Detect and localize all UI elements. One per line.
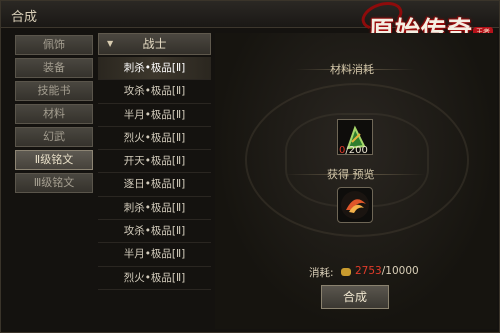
materials-title: 材料消耗 — [330, 63, 374, 76]
tab-material[interactable]: 材料 — [15, 104, 93, 124]
cost-label: 消耗: — [309, 267, 334, 279]
flame-slash-icon — [341, 191, 369, 219]
list-item[interactable]: 刺杀•极品[Ⅱ] — [98, 197, 211, 221]
list-item[interactable]: 半月•极品[Ⅱ] — [98, 243, 211, 267]
synthesis-window: 合成 原始传奇 王者版 佩饰 装备 技能书 材料 幻武 Ⅱ级铭文 Ⅲ级铭文 ▼ … — [0, 0, 500, 333]
list-item[interactable]: 烈火•极品[Ⅱ] — [98, 267, 211, 290]
list-item[interactable]: 半月•极品[Ⅱ] — [98, 104, 211, 127]
list-item[interactable]: 烈火•极品[Ⅱ] — [98, 127, 211, 151]
list-item[interactable]: 刺杀•极品[Ⅱ] — [98, 57, 211, 81]
recipe-list: ▼ 战士 刺杀•极品[Ⅱ] 攻杀•极品[Ⅱ] 半月•极品[Ⅱ] 烈火•极品[Ⅱ]… — [98, 33, 211, 313]
tab-equipment[interactable]: 装备 — [15, 58, 93, 78]
list-item[interactable]: 攻杀•极品[Ⅱ] — [98, 220, 211, 244]
tab-level3-inscription[interactable]: Ⅲ级铭文 — [15, 173, 93, 193]
gold-coin-icon — [341, 268, 351, 276]
tab-phantom-weapon[interactable]: 幻武 — [15, 127, 93, 147]
tab-level2-inscription[interactable]: Ⅱ级铭文 — [15, 150, 93, 170]
list-body: 刺杀•极品[Ⅱ] 攻杀•极品[Ⅱ] 半月•极品[Ⅱ] 烈火•极品[Ⅱ] 开天•极… — [98, 57, 211, 313]
material-count: 0/200 — [339, 145, 368, 156]
list-item[interactable]: 逐日•极品[Ⅱ] — [98, 173, 211, 197]
list-category-header[interactable]: ▼ 战士 — [98, 33, 211, 55]
category-tabs: 佩饰 装备 技能书 材料 幻武 Ⅱ级铭文 Ⅲ级铭文 — [15, 35, 93, 196]
tab-skill-book[interactable]: 技能书 — [15, 81, 93, 101]
cost-value: 2753/10000 — [355, 265, 419, 277]
craft-button[interactable]: 合成 — [321, 285, 389, 309]
list-item[interactable]: 开天•极品[Ⅱ] — [98, 150, 211, 174]
tab-accessory[interactable]: 佩饰 — [15, 35, 93, 55]
list-item[interactable]: 攻杀•极品[Ⅱ] — [98, 80, 211, 104]
window-title: 合成 — [11, 10, 38, 25]
result-slot[interactable] — [337, 187, 373, 223]
preview-title: 获得 预览 — [327, 168, 375, 181]
synthesis-panel: 材料消耗 0/200 获得 预览 消耗: 2753/10000 合成 — [215, 33, 497, 329]
